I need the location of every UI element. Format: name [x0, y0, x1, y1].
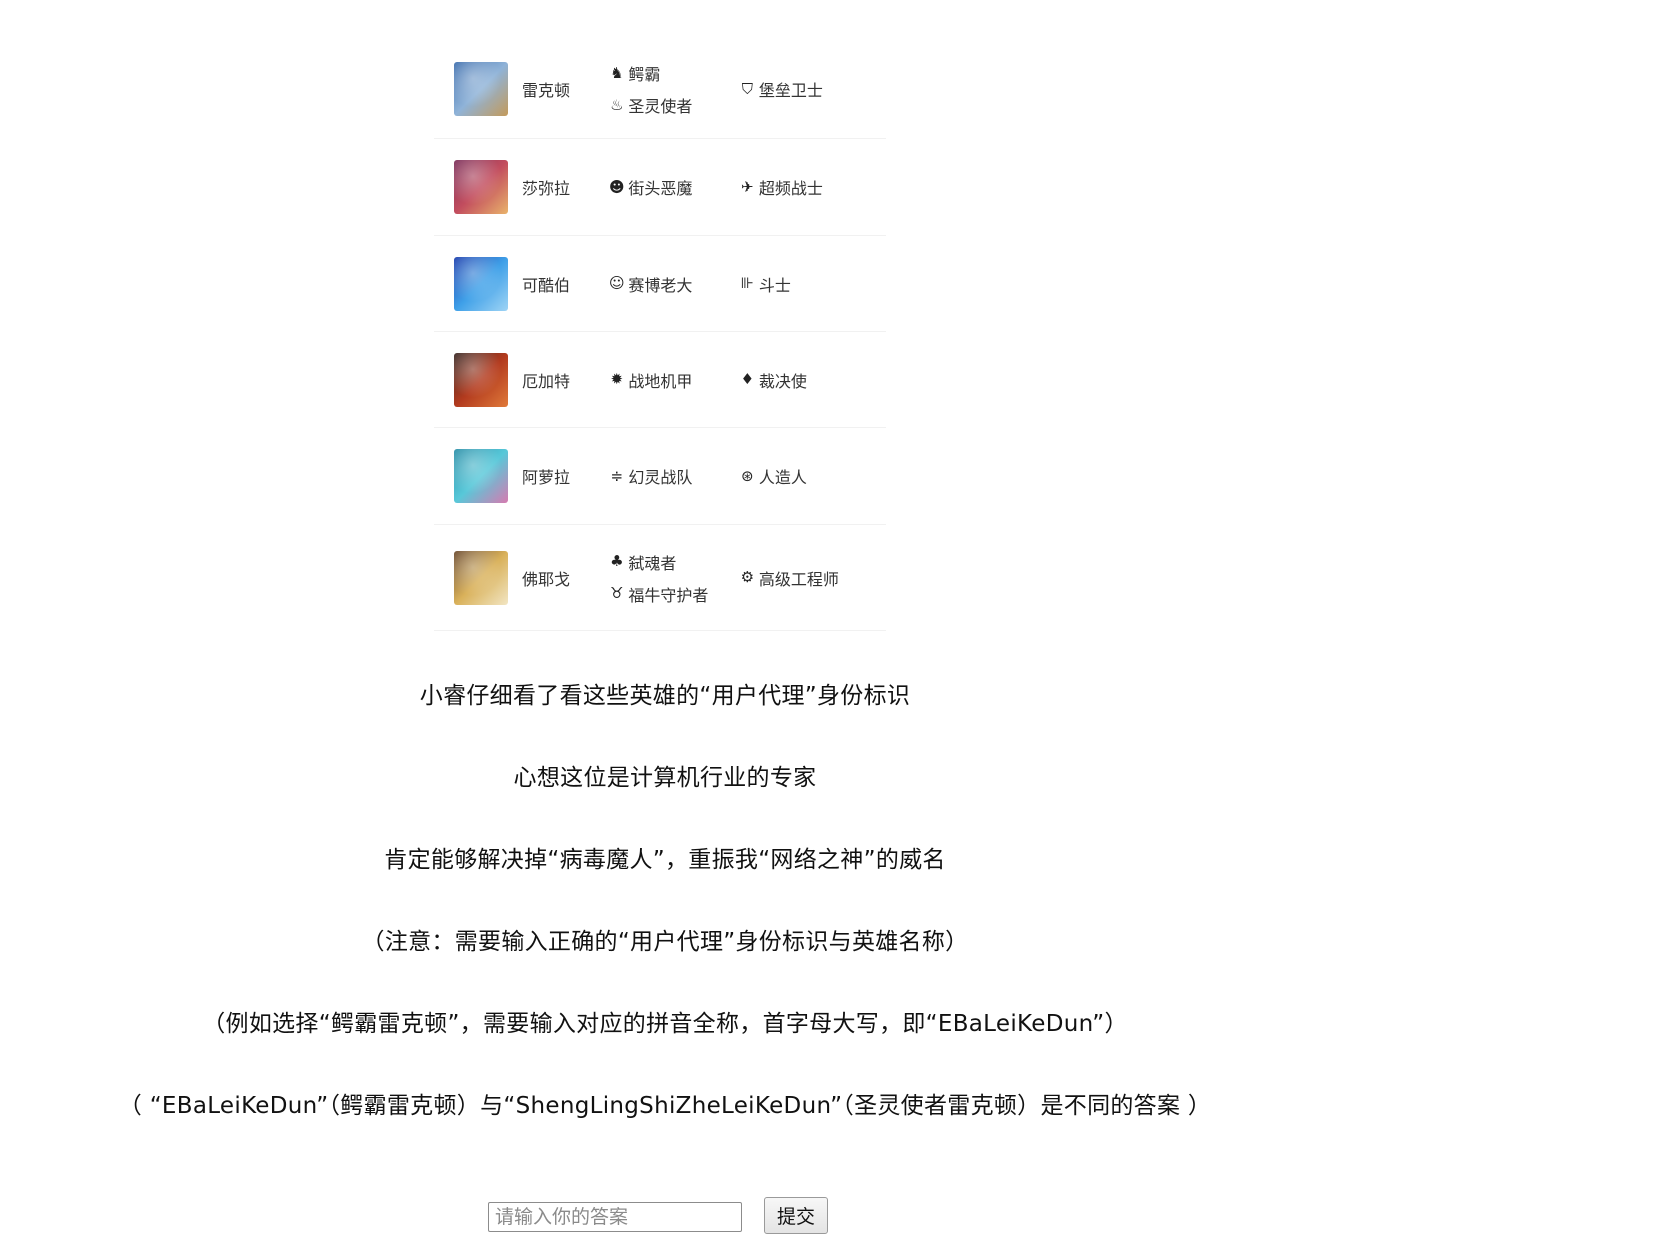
trait-item: ⊛ 人造人	[739, 464, 886, 488]
ox-guardian-icon: ♉	[610, 584, 624, 602]
crocodile-icon: ♞	[610, 63, 624, 82]
trait-item: ♞ 鳄霸	[608, 61, 738, 85]
trait-item: ♉ 福牛守护者	[608, 582, 738, 606]
trait-label: 赛博老大	[628, 275, 693, 295]
champion-name: 佛耶戈	[522, 569, 571, 589]
trait-item: ⚙ 高级工程师	[739, 566, 886, 590]
trait-item: ☺ 赛博老大	[608, 272, 738, 296]
class-traits: ⛉ 堡垒卫士	[739, 77, 886, 101]
class-traits: ⚙ 高级工程师	[739, 566, 886, 590]
champion-table: 雷克顿 ♞ 鳄霸 ♨ 圣灵使者 ⛉ 堡垒卫士 莎弥拉 ☻ 街头恶魔 ✈ 超频战士 可酷伯 ☺ 赛博老大 ⊪ 斗士…	[434, 40, 886, 631]
champion-avatar	[454, 256, 508, 311]
origin-traits: ♣ 弑魂者 ♉ 福牛守护者	[608, 550, 738, 606]
trait-item: ≑ 幻灵战队	[608, 464, 738, 488]
trait-label: 弑魂者	[628, 553, 677, 573]
champion-row: 厄加特 ✹ 战地机甲 ♦ 裁决使	[434, 332, 886, 428]
origin-traits: ♞ 鳄霸 ♨ 圣灵使者	[608, 61, 738, 117]
story-line-2: 心想这位是计算机行业的专家	[513, 765, 817, 791]
story-line-5: （例如选择“鳄霸雷克顿”，需要输入对应的拼音全称，首字母大写，即“EBaLeiK…	[202, 1011, 1128, 1037]
trait-label: 裁决使	[758, 371, 807, 391]
trait-label: 鳄霸	[628, 65, 661, 84]
trait-label: 高级工程师	[758, 569, 839, 589]
executioner-icon: ♦	[740, 370, 755, 388]
trait-item: ⊪ 斗士	[739, 272, 886, 296]
trait-item: ✈ 超频战士	[739, 175, 886, 199]
champion-row: 可酷伯 ☺ 赛博老大 ⊪ 斗士	[434, 236, 886, 332]
hyper-hand-icon: ✈	[741, 177, 754, 196]
story-line-1: 小睿仔细看了看这些英雄的“用户代理”身份标识	[419, 683, 911, 709]
origin-traits: ☺ 赛博老大	[608, 272, 738, 296]
trait-item: ☻ 街头恶魔	[608, 175, 738, 199]
cyber-boss-icon: ☺	[609, 274, 625, 292]
champion-avatar	[454, 352, 508, 407]
champion-name: 莎弥拉	[522, 179, 571, 198]
trait-label: 街头恶魔	[628, 179, 693, 198]
origin-traits: ≑ 幻灵战队	[608, 464, 738, 488]
class-traits: ✈ 超频战士	[739, 175, 886, 199]
champion-avatar	[454, 62, 508, 116]
trait-label: 堡垒卫士	[758, 81, 823, 100]
champion-name: 雷克顿	[522, 81, 571, 100]
trait-label: 幻灵战队	[628, 468, 693, 487]
trait-label: 人造人	[758, 468, 807, 487]
trait-item: ♣ 弑魂者	[608, 550, 738, 574]
trait-item: ♨ 圣灵使者	[608, 93, 738, 117]
street-demon-icon: ☻	[609, 177, 625, 196]
phantom-squad-icon: ≑	[610, 466, 624, 485]
champion-name: 可酷伯	[522, 275, 571, 295]
class-traits: ⊪ 斗士	[739, 272, 886, 296]
spirit-flame-icon: ♨	[610, 95, 624, 114]
trait-item: ✹ 战地机甲	[608, 368, 738, 392]
champion-row: 雷克顿 ♞ 鳄霸 ♨ 圣灵使者 ⛉ 堡垒卫士	[434, 40, 886, 139]
trait-label: 圣灵使者	[628, 97, 693, 116]
champion-name: 阿萝拉	[522, 468, 571, 487]
trait-label: 福牛守护者	[628, 585, 709, 605]
origin-traits: ✹ 战地机甲	[608, 368, 738, 392]
dumbbell-icon: ⊪	[740, 274, 754, 292]
class-traits: ♦ 裁决使	[739, 368, 886, 392]
mecha-gear-icon: ✹	[610, 370, 624, 388]
soul-killer-icon: ♣	[610, 552, 624, 570]
champion-row: 莎弥拉 ☻ 街头恶魔 ✈ 超频战士	[434, 139, 886, 236]
champion-avatar	[454, 550, 508, 605]
origin-traits: ☻ 街头恶魔	[608, 175, 738, 199]
bastion-shield-icon: ⛉	[741, 79, 753, 98]
trait-item: ♦ 裁决使	[739, 368, 886, 392]
champion-avatar	[454, 160, 508, 214]
champion-avatar	[454, 449, 508, 503]
champion-row: 阿萝拉 ≑ 幻灵战队 ⊛ 人造人	[434, 428, 886, 525]
engineer-icon: ⚙	[740, 568, 755, 586]
answer-input[interactable]	[488, 1202, 742, 1232]
trait-label: 战地机甲	[628, 371, 693, 391]
champion-name: 厄加特	[522, 371, 571, 391]
trait-label: 超频战士	[758, 179, 823, 198]
class-traits: ⊛ 人造人	[739, 464, 886, 488]
trait-label: 斗士	[758, 275, 791, 295]
submit-button[interactable]: 提交	[764, 1197, 828, 1234]
story-line-4: （注意：需要输入正确的“用户代理”身份标识与英雄名称）	[361, 929, 969, 955]
story-line-6: （ “EBaLeiKeDun”（鳄霸雷克顿）与“ShengLingShiZheL…	[118, 1093, 1212, 1119]
story-line-3: 肯定能够解决掉“病毒魔人”，重振我“网络之神”的威名	[384, 847, 946, 873]
ai-swirl-icon: ⊛	[741, 466, 754, 485]
champion-row: 佛耶戈 ♣ 弑魂者 ♉ 福牛守护者 ⚙ 高级工程师	[434, 525, 886, 631]
trait-item: ⛉ 堡垒卫士	[739, 77, 886, 101]
